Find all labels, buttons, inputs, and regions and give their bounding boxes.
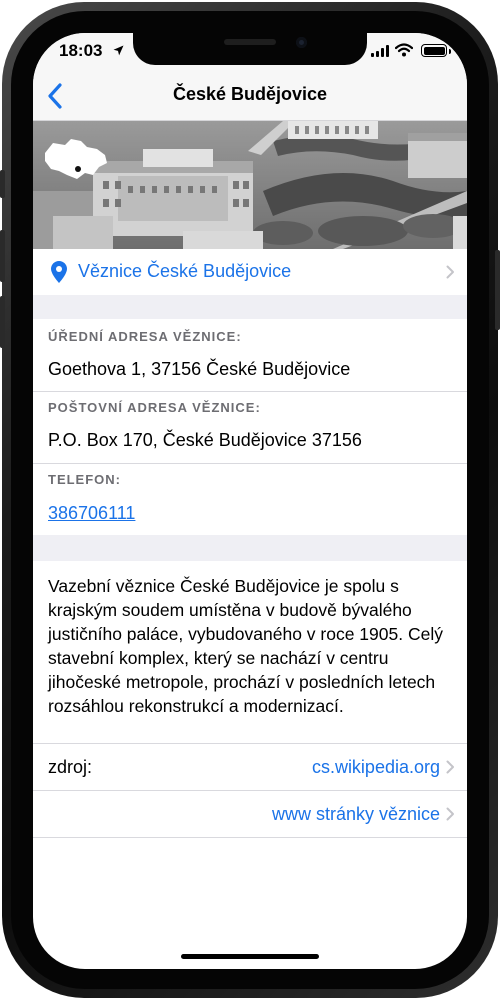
chevron-right-icon	[446, 760, 454, 774]
address-section: ÚŘEDNÍ ADRESA VĚZNICE: Goethova 1, 37156…	[33, 319, 467, 535]
prison-link-row[interactable]: Věznice České Budějovice	[33, 249, 467, 295]
source-link-row[interactable]: zdroj: cs.wikipedia.org	[33, 744, 467, 790]
cellular-signal-icon	[371, 45, 390, 57]
official-address-label: ÚŘEDNÍ ADRESA VĚZNICE:	[48, 329, 242, 344]
section-separator	[33, 295, 467, 319]
section-separator	[33, 535, 467, 561]
postal-address-value: P.O. Box 170, České Budějovice 37156	[48, 430, 362, 450]
czech-map-icon	[45, 139, 107, 179]
hero-image	[33, 121, 467, 249]
divider	[33, 463, 467, 464]
phone-number-link[interactable]: 386706111	[48, 503, 135, 524]
chevron-right-icon	[446, 807, 454, 821]
postal-address-label: POŠTOVNÍ ADRESA VĚZNICE:	[48, 400, 261, 415]
status-time: 18:03	[59, 41, 103, 60]
volume-up-button	[0, 230, 5, 282]
navigation-bar: České Budějovice	[33, 71, 467, 121]
screen: 18:03 České Budějovice Věznice České Bud…	[33, 33, 467, 969]
power-button	[495, 250, 500, 330]
official-address-value: Goethova 1, 37156 České Budějovice	[48, 359, 351, 379]
website-link[interactable]: www stránky věznice	[272, 804, 440, 825]
mute-switch	[0, 170, 5, 198]
speaker-grille	[224, 39, 276, 45]
source-link[interactable]: cs.wikipedia.org	[312, 757, 440, 778]
wifi-icon	[394, 43, 414, 62]
map-pin-icon	[51, 261, 67, 288]
prison-description: Vazební věznice České Budějovice je spol…	[48, 576, 443, 716]
page-title: České Budějovice	[172, 84, 328, 104]
battery-icon	[421, 44, 451, 57]
front-camera	[296, 37, 307, 48]
chevron-right-icon	[446, 265, 454, 279]
phone-label: TELEFON:	[48, 472, 121, 487]
home-indicator[interactable]	[181, 954, 319, 959]
prison-name: Věznice České Budějovice	[78, 261, 292, 281]
volume-down-button	[0, 296, 5, 348]
source-label: zdroj:	[48, 757, 93, 777]
camera-notch	[133, 33, 367, 65]
location-arrow-icon	[113, 43, 124, 61]
website-link-row[interactable]: www stránky věznice	[33, 791, 467, 837]
divider	[33, 837, 467, 838]
divider	[33, 391, 467, 392]
